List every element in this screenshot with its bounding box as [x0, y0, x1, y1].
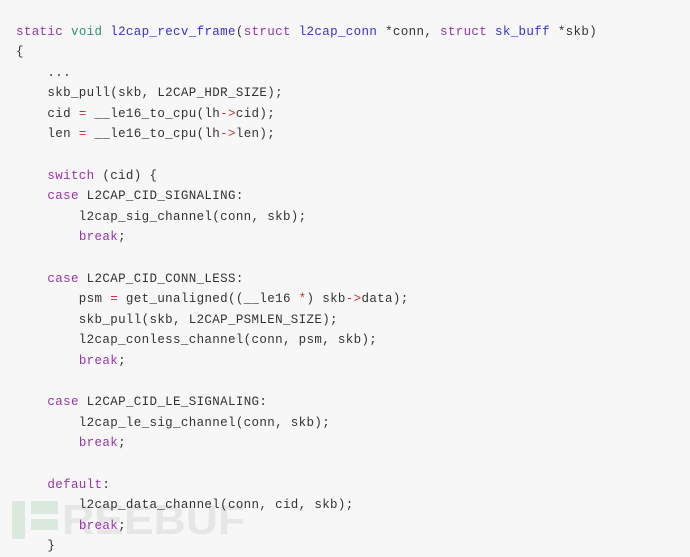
code-token-kw: break [78, 436, 119, 451]
code-token-op: * [298, 292, 307, 307]
code-token-kw: switch [47, 168, 95, 183]
code-token-plain: psm [16, 292, 111, 307]
code-line: break; [16, 516, 690, 537]
code-line: switch (cid) { [16, 166, 690, 187]
code-line: static void l2cap_recv_frame(struct l2ca… [16, 22, 690, 43]
code-line: l2cap_le_sig_channel(conn, skb); [16, 413, 690, 434]
code-line: l2cap_data_channel(conn, cid, skb); [16, 495, 690, 516]
code-token-plain: ; [118, 230, 126, 245]
code-token-plain: len); [235, 127, 276, 142]
code-token-plain: L2CAP_CID_SIGNALING: [78, 189, 244, 204]
code-token-plain: l2cap_le_sig_channel(conn, skb); [16, 415, 331, 430]
code-token-kw: static [16, 24, 64, 39]
code-token-plain: ; [118, 518, 126, 533]
code-token-kw: break [78, 354, 119, 368]
code-token-op: -> [345, 292, 362, 307]
code-line: case L2CAP_CID_LE_SIGNALING: [16, 392, 690, 413]
code-token-plain: L2CAP_CID_CONN_LESS: [78, 271, 244, 286]
code-token-plain: skb_pull(skb, L2CAP_PSMLEN_SIZE); [16, 312, 338, 327]
code-line: len = __le16_to_cpu(lh->len); [16, 124, 690, 145]
source-code-block: static void l2cap_recv_frame(struct l2ca… [16, 22, 690, 557]
code-line: cid = __le16_to_cpu(lh->cid); [16, 104, 690, 125]
code-token-plain: ; [118, 354, 126, 368]
code-token-kw: case [47, 395, 79, 410]
code-line: default: [16, 475, 690, 496]
code-token-fn: l2cap_recv_frame [110, 24, 236, 39]
code-token-plain: cid [16, 106, 79, 121]
code-line: skb_pull(skb, L2CAP_PSMLEN_SIZE); [16, 310, 690, 331]
code-line: break; [16, 433, 690, 454]
code-token-fn: l2cap_conn [298, 24, 378, 39]
code-token-plain: } [16, 539, 56, 554]
code-token-op: = [110, 292, 119, 307]
code-token-plain: ; [118, 436, 126, 451]
code-token-kw: default [47, 477, 103, 492]
code-token-kw: case [47, 271, 79, 286]
code-token-kw: struct [440, 24, 488, 39]
code-line: ... [16, 63, 690, 84]
code-line: } [16, 536, 690, 557]
code-token-plain: cid); [235, 106, 276, 121]
code-token-kw: break [78, 518, 119, 533]
code-token-plain: ... [16, 65, 71, 80]
code-token-plain: : [102, 477, 111, 492]
code-token-plain: (cid) { [94, 168, 158, 183]
code-token-plain: l2cap_sig_channel(conn, skb); [16, 209, 307, 224]
code-token-plain: __le16_to_cpu(lh [86, 127, 221, 142]
code-line: break; [16, 227, 690, 248]
code-token-plain: ( [235, 24, 244, 39]
code-line: psm = get_unaligned((__le16 *) skb->data… [16, 289, 690, 310]
code-viewer: REEBUF static void l2cap_recv_frame(stru… [0, 0, 690, 553]
code-line: case L2CAP_CID_SIGNALING: [16, 186, 690, 207]
code-token-type: void [70, 24, 103, 39]
code-line: l2cap_conless_channel(conn, psm, skb); [16, 330, 690, 351]
code-token-kw: case [47, 189, 79, 204]
code-token-plain: len [16, 127, 79, 142]
code-token-plain: ) skb [306, 292, 346, 307]
code-line: l2cap_sig_channel(conn, skb); [16, 207, 690, 228]
code-token-plain: get_unaligned((__le16 [118, 292, 299, 307]
code-token-plain: *conn, [385, 24, 441, 39]
code-token-op: -> [220, 127, 236, 142]
code-token-fn: sk_buff [495, 24, 550, 39]
code-token-plain: l2cap_data_channel(conn, cid, skb); [16, 498, 354, 513]
code-line: break; [16, 351, 690, 372]
code-token-plain: L2CAP_CID_LE_SIGNALING: [78, 395, 268, 410]
code-token-plain: data); [361, 292, 409, 307]
code-line: skb_pull(skb, L2CAP_HDR_SIZE); [16, 83, 690, 104]
code-token-plain: __le16_to_cpu(lh [86, 106, 221, 121]
code-token-plain: *skb) [557, 24, 598, 39]
code-token-op: = [78, 106, 87, 121]
code-token-kw: struct [243, 24, 291, 39]
code-token-kw: break [78, 230, 119, 245]
code-token-plain: l2cap_conless_channel(conn, psm, skb); [16, 333, 378, 348]
code-line: case L2CAP_CID_CONN_LESS: [16, 269, 690, 290]
code-token-plain: skb_pull(skb, L2CAP_HDR_SIZE); [16, 86, 283, 101]
code-token-op: = [78, 127, 87, 142]
code-token-plain: { [16, 45, 24, 60]
code-line: { [16, 42, 690, 63]
code-token-op: -> [220, 106, 236, 121]
